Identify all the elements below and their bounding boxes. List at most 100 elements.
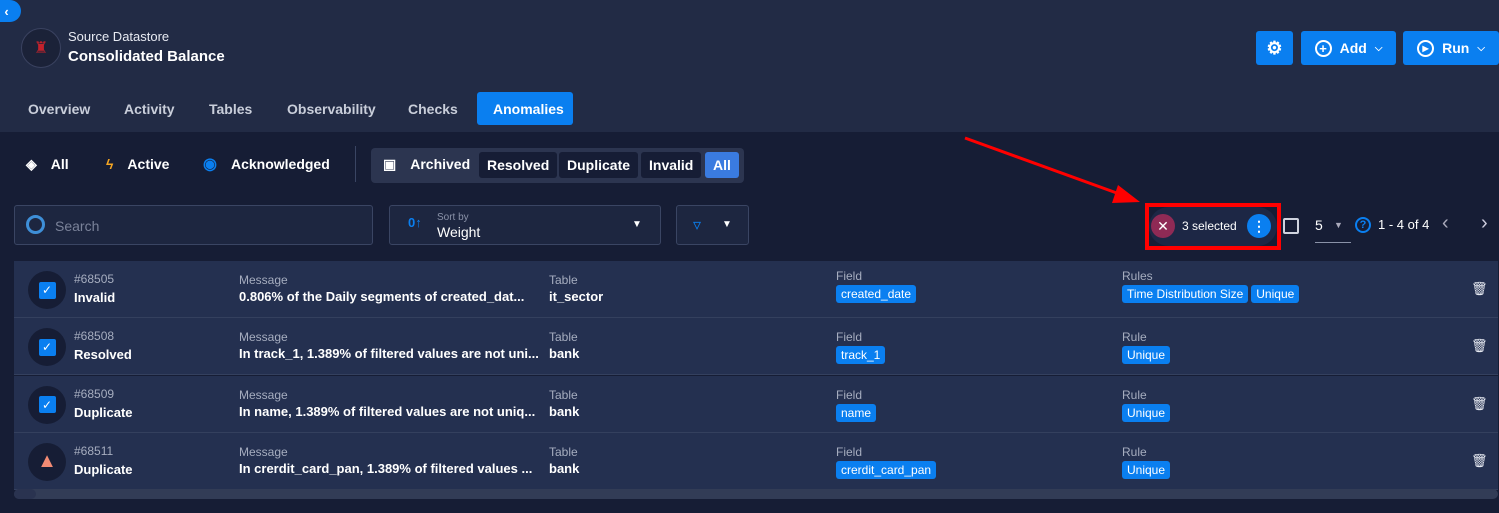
table-row[interactable]: ▲ #68511 Duplicate Message In crerdit_ca…	[14, 432, 1498, 490]
table-label: Table	[549, 330, 578, 345]
field-label: Field	[836, 330, 863, 345]
caret-down-icon: ▼	[1334, 220, 1343, 230]
filter-acknowledged[interactable]: ◉ Acknowledged	[203, 150, 330, 178]
rules-label: Rule	[1122, 444, 1147, 459]
filter-archived[interactable]: ▣ Archived	[383, 150, 470, 178]
rule-tag: Unique	[1122, 403, 1171, 422]
field-label: Field	[836, 387, 863, 402]
filter-button[interactable]: ▿ ▼	[676, 205, 749, 245]
next-page-button[interactable]: ›	[1481, 212, 1488, 235]
message-value: In name, 1.389% of filtered values are n…	[239, 403, 536, 419]
tab-tables[interactable]: Tables	[193, 92, 268, 125]
selection-bar: ✕ 3 selected ⋮	[1149, 207, 1277, 246]
chevron-down-icon: ⌵	[1477, 42, 1485, 54]
table-label: Table	[549, 387, 578, 402]
row-checkbox[interactable]: ✓	[38, 338, 56, 356]
anomaly-id: #68508	[74, 329, 115, 344]
table-row[interactable]: ✓ #68508 Resolved Message In track_1, 1.…	[14, 318, 1498, 376]
rule-tag: Time Distribution Size	[1122, 285, 1249, 303]
table-label: Table	[549, 444, 578, 459]
rule-tag: Unique	[1122, 346, 1171, 365]
anomaly-type: Invalid	[74, 290, 116, 305]
add-button[interactable]: + Add ⌵	[1301, 31, 1396, 65]
table-row[interactable]: ✓ #68509 Duplicate Message In name, 1.38…	[14, 375, 1498, 433]
trash-icon[interactable]: 🗑	[1471, 453, 1488, 469]
anomaly-type: Resolved	[74, 347, 132, 363]
trash-icon[interactable]: 🗑	[1471, 281, 1488, 297]
rule-tag: Unique	[1122, 460, 1171, 479]
clear-selection-button[interactable]: ✕	[1151, 214, 1175, 238]
table-value: it_sector	[549, 289, 604, 304]
plus-circle-icon: +	[1314, 39, 1332, 57]
row-checkbox[interactable]: ✓	[38, 396, 56, 414]
row-checkbox[interactable]: ✓	[38, 281, 56, 299]
trash-icon[interactable]: 🗑	[1471, 396, 1488, 412]
layers-icon: ◈	[26, 155, 37, 172]
filter-active[interactable]: ϟ Active	[106, 150, 169, 178]
field-tag: track_1	[836, 346, 886, 365]
select-all-checkbox[interactable]	[1283, 218, 1299, 234]
anomaly-id: #68511	[74, 443, 114, 458]
caret-down-icon: ▼	[722, 219, 732, 230]
sort-select[interactable]: 0↑ Sort by Weight ▼	[389, 205, 661, 245]
search-input[interactable]: Search	[14, 205, 373, 245]
warning-icon: ▲	[37, 450, 57, 473]
row-status: ▲	[28, 442, 66, 481]
table-value: bank	[549, 403, 580, 419]
field-label: Field	[836, 269, 863, 283]
chevron-left-icon: ‹	[4, 3, 9, 19]
funnel-icon: ▿	[693, 217, 702, 234]
row-status[interactable]: ✓	[28, 328, 66, 367]
field-tag: created_date	[836, 285, 917, 303]
archive-icon: ▣	[383, 155, 397, 172]
gear-icon: ⚙	[1266, 37, 1283, 58]
table-row[interactable]: ✓ #68505 Invalid Message 0.806% of the D…	[14, 261, 1498, 318]
chevron-down-icon: ⌵	[1374, 42, 1383, 54]
caret-down-icon: ▼	[632, 219, 642, 230]
archived-option-resolved[interactable]: Resolved	[479, 152, 558, 178]
tab-checks[interactable]: Checks	[392, 92, 474, 125]
field-tag: name	[836, 403, 877, 422]
tab-overview[interactable]: Overview	[12, 92, 106, 125]
row-status[interactable]: ✓	[28, 271, 66, 309]
tab-anomalies[interactable]: Anomalies	[477, 92, 573, 125]
filter-all[interactable]: ◈ All	[26, 150, 69, 178]
message-value: In track_1, 1.389% of filtered values ar…	[239, 346, 539, 362]
eye-icon: ◉	[203, 156, 217, 173]
search-icon	[26, 215, 45, 234]
anomaly-type: Duplicate	[74, 461, 133, 477]
message-value: In crerdit_card_pan, 1.389% of filtered …	[239, 460, 533, 476]
anomaly-type: Duplicate	[74, 404, 133, 420]
archived-option-invalid[interactable]: Invalid	[641, 152, 702, 178]
datastore-logo: ♜	[21, 28, 61, 68]
annotation-arrow	[964, 136, 1140, 203]
help-icon[interactable]: ?	[1355, 217, 1371, 233]
archived-option-all[interactable]: All	[705, 152, 739, 178]
trash-icon[interactable]: 🗑	[1471, 338, 1488, 354]
more-actions-button[interactable]: ⋮	[1247, 214, 1271, 238]
settings-button[interactable]: ⚙	[1256, 31, 1293, 65]
tab-activity[interactable]: Activity	[108, 92, 191, 125]
field-label: Field	[836, 444, 863, 459]
table-value: bank	[549, 346, 580, 362]
message-label: Message	[239, 330, 288, 345]
page-size-select[interactable]: 5 ▼	[1315, 205, 1351, 243]
horizontal-scrollbar[interactable]	[14, 489, 1498, 499]
message-label: Message	[239, 273, 288, 287]
play-circle-icon: ▶	[1417, 39, 1435, 57]
rule-tag: Unique	[1251, 285, 1300, 303]
table-label: Table	[549, 273, 578, 287]
prev-page-button[interactable]: ‹	[1442, 212, 1449, 235]
back-button[interactable]: ‹	[0, 0, 21, 22]
rules-label: Rule	[1122, 330, 1147, 345]
row-status[interactable]: ✓	[28, 385, 66, 424]
message-label: Message	[239, 387, 288, 402]
bolt-icon: ϟ	[106, 156, 114, 172]
tab-observability[interactable]: Observability	[271, 92, 392, 125]
archived-option-duplicate[interactable]: Duplicate	[559, 152, 639, 178]
run-button[interactable]: ▶ Run ⌵	[1403, 31, 1499, 65]
sort-numeric-icon: 0↑	[408, 215, 422, 230]
field-tag: crerdit_card_pan	[836, 460, 937, 479]
table-value: bank	[549, 460, 580, 476]
divider	[355, 146, 356, 182]
